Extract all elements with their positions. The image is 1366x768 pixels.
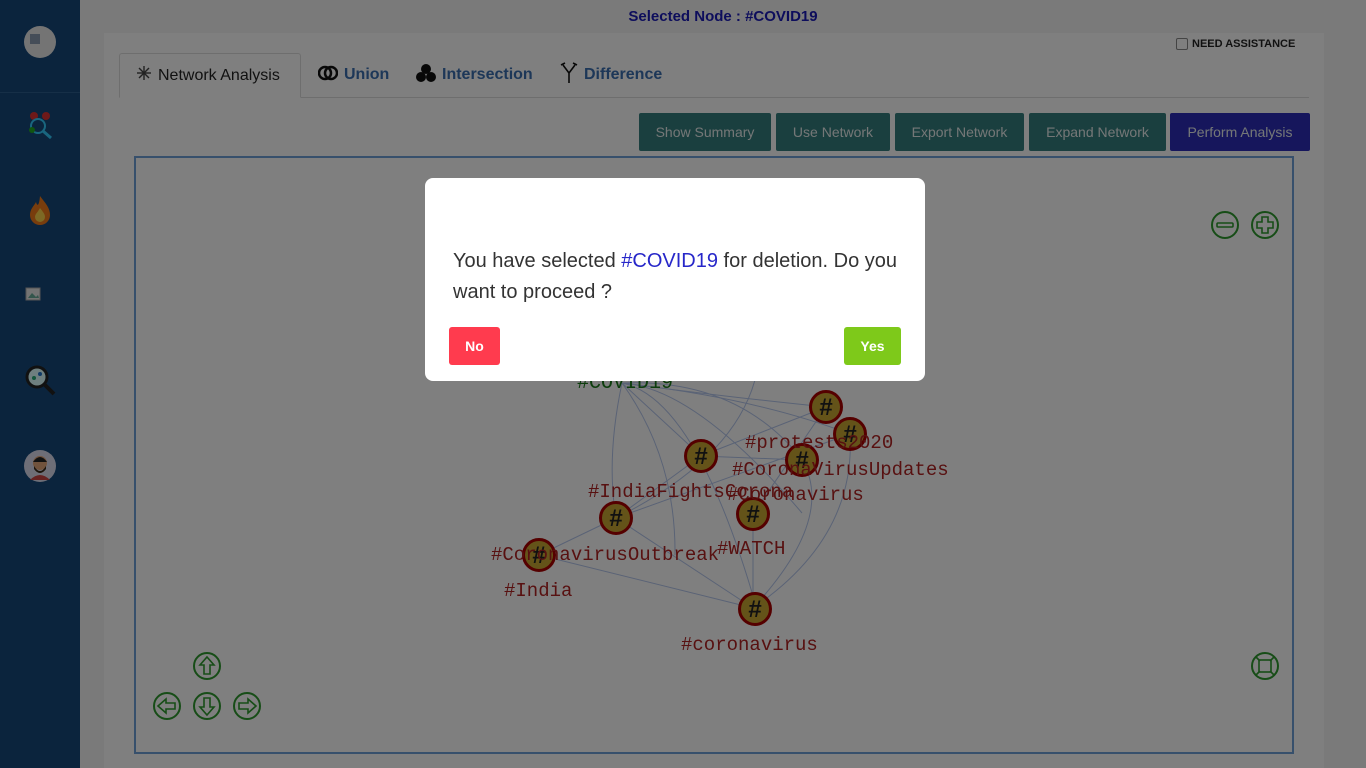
yes-button[interactable]: Yes xyxy=(844,327,901,365)
dialog-node-name: #COVID19 xyxy=(621,250,718,272)
delete-confirmation-dialog: You have selected #COVID19 for deletion.… xyxy=(425,178,925,381)
modal-backdrop[interactable] xyxy=(0,0,1366,768)
dialog-message-prefix: You have selected xyxy=(453,250,622,272)
dialog-message: You have selected #COVID19 for deletion.… xyxy=(453,246,903,308)
no-button[interactable]: No xyxy=(449,327,500,365)
